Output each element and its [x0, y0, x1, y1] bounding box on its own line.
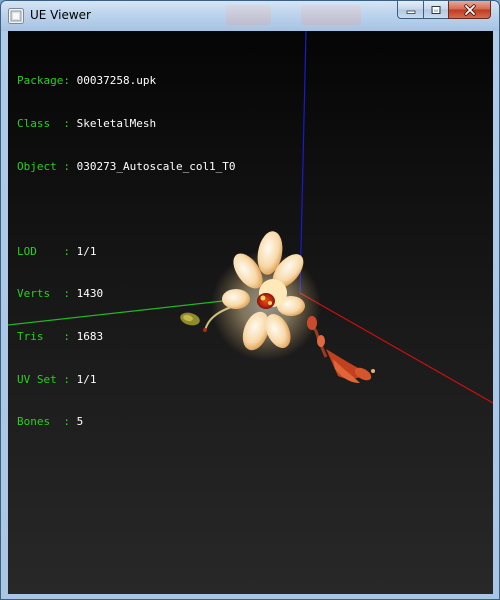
- z-axis-line: [299, 31, 307, 294]
- title-bar-reflection: [226, 5, 271, 25]
- info-uvset-row: UV Set : 1/1: [17, 373, 236, 387]
- maximize-icon: [431, 5, 441, 14]
- info-value: 1/1: [76, 244, 97, 258]
- info-label: Object :: [17, 159, 70, 173]
- info-verts-row: Verts : 1430: [17, 287, 236, 301]
- info-label: Tris :: [17, 329, 70, 343]
- info-spacer: [17, 202, 236, 216]
- window-controls: [397, 1, 491, 21]
- title-bar[interactable]: UE Viewer: [1, 1, 499, 31]
- info-value: 1/1: [76, 372, 97, 386]
- info-lod-row: LOD : 1/1: [17, 245, 236, 259]
- app-window: UE Viewer Package: 00037258.upk Class: …: [0, 0, 500, 600]
- info-label: Package:: [17, 74, 70, 88]
- close-icon: [463, 3, 476, 16]
- info-label: Bones :: [17, 415, 70, 429]
- minimize-icon: [406, 10, 415, 14]
- ue-viewer-app-icon: [8, 8, 24, 24]
- info-value: SkeletalMesh: [76, 117, 157, 130]
- info-value: 1683: [76, 329, 104, 343]
- info-label: Verts :: [17, 287, 70, 301]
- title-bar-reflection: [301, 5, 361, 25]
- info-label: LOD :: [17, 244, 70, 258]
- x-axis-line: [299, 292, 493, 404]
- info-label: Class :: [17, 117, 70, 130]
- info-object-row: Object : 030273_Autoscale_col1_T0: [17, 160, 236, 174]
- minimize-button[interactable]: [397, 1, 423, 19]
- close-button[interactable]: [448, 1, 491, 19]
- info-package-row: Package: 00037258.upk: [17, 74, 236, 88]
- window-title: UE Viewer: [30, 8, 91, 22]
- info-label: UV Set :: [17, 372, 70, 386]
- 3d-viewport[interactable]: Package: 00037258.upk Class : SkeletalMe…: [8, 31, 493, 594]
- maximize-button[interactable]: [423, 1, 448, 19]
- info-value: 00037258.upk: [76, 74, 157, 88]
- mesh-info-panel: Package: 00037258.upk Class : SkeletalMe…: [17, 46, 236, 458]
- info-bones-row: Bones : 5: [17, 415, 236, 429]
- info-tris-row: Tris : 1683: [17, 330, 236, 344]
- info-value: 1430: [76, 287, 104, 301]
- info-value: 5: [76, 415, 84, 429]
- info-value: 030273_Autoscale_col1_T0: [76, 159, 236, 173]
- info-class-row: Class : SkeletalMesh: [17, 117, 236, 131]
